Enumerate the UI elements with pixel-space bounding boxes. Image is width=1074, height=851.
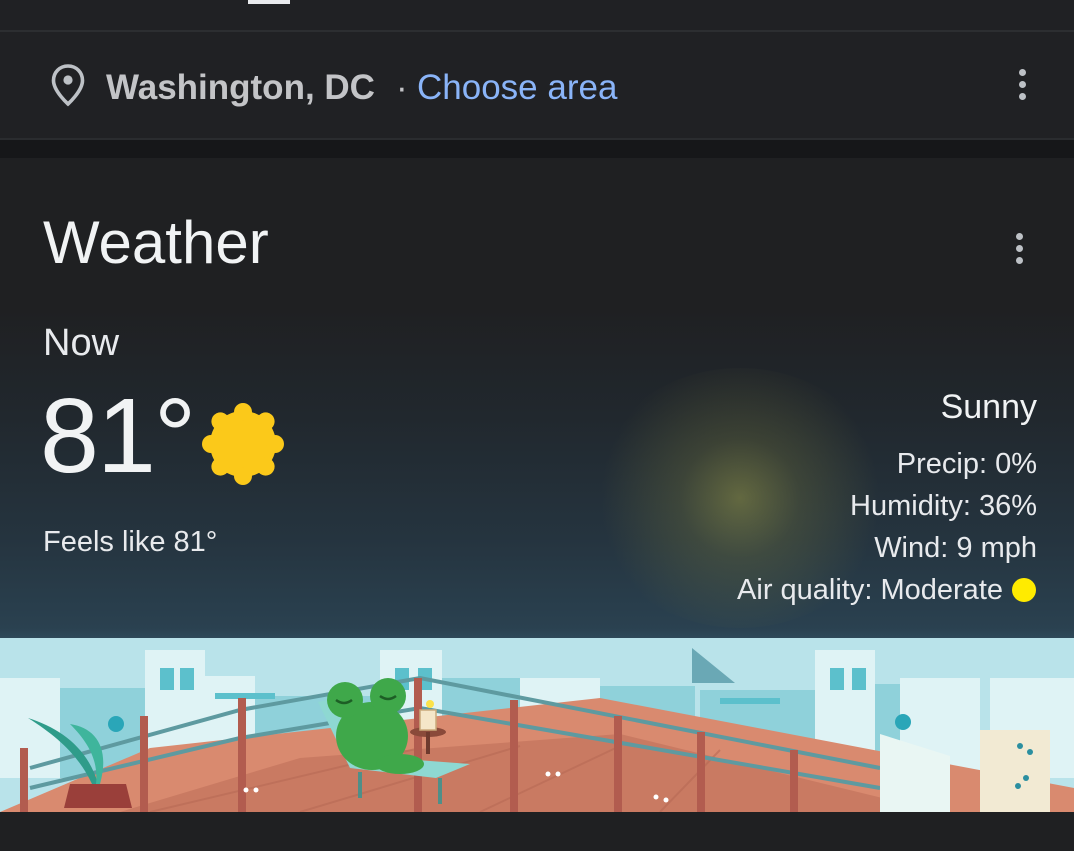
location-more-options-icon[interactable]	[1016, 67, 1028, 103]
location-city: Washington, DC	[106, 68, 375, 107]
humidity-row: Humidity: 36%	[850, 490, 1037, 523]
air-quality-label: Air quality:	[737, 574, 873, 606]
humidity-value: 36%	[978, 490, 1037, 522]
location-pin-icon	[51, 64, 85, 107]
weather-more-options-icon[interactable]	[1013, 231, 1025, 267]
air-quality-row: Air quality: Moderate	[737, 574, 1003, 607]
choose-area-link[interactable]: Choose area	[417, 68, 617, 108]
now-label: Now	[43, 322, 120, 364]
frog-rooftop-illustration	[0, 638, 1074, 812]
air-quality-indicator-icon	[1012, 578, 1036, 602]
wind-label: Wind:	[874, 532, 949, 564]
condition-text: Sunny	[940, 388, 1037, 426]
precip-row: Precip: 0%	[897, 448, 1037, 481]
current-temperature: 81°	[40, 377, 196, 495]
sunny-icon	[202, 403, 284, 485]
weather-card-title: Weather	[43, 209, 269, 276]
bottom-bar	[0, 812, 1074, 851]
precip-value: 0%	[995, 448, 1037, 480]
humidity-label: Humidity:	[850, 490, 971, 522]
top-tab-strip	[0, 0, 1074, 32]
wind-row: Wind: 9 mph	[874, 532, 1037, 565]
wind-value: 9 mph	[956, 532, 1037, 564]
active-tab-indicator	[248, 0, 290, 4]
weather-card[interactable]: Weather Now 81° Feels like 81° Sunny Pre…	[0, 158, 1074, 812]
location-separator: ·	[396, 68, 408, 107]
precip-label: Precip:	[896, 448, 988, 480]
section-divider	[0, 140, 1074, 158]
air-quality-value: Moderate	[880, 574, 1003, 606]
feels-like: Feels like 81°	[43, 526, 218, 558]
